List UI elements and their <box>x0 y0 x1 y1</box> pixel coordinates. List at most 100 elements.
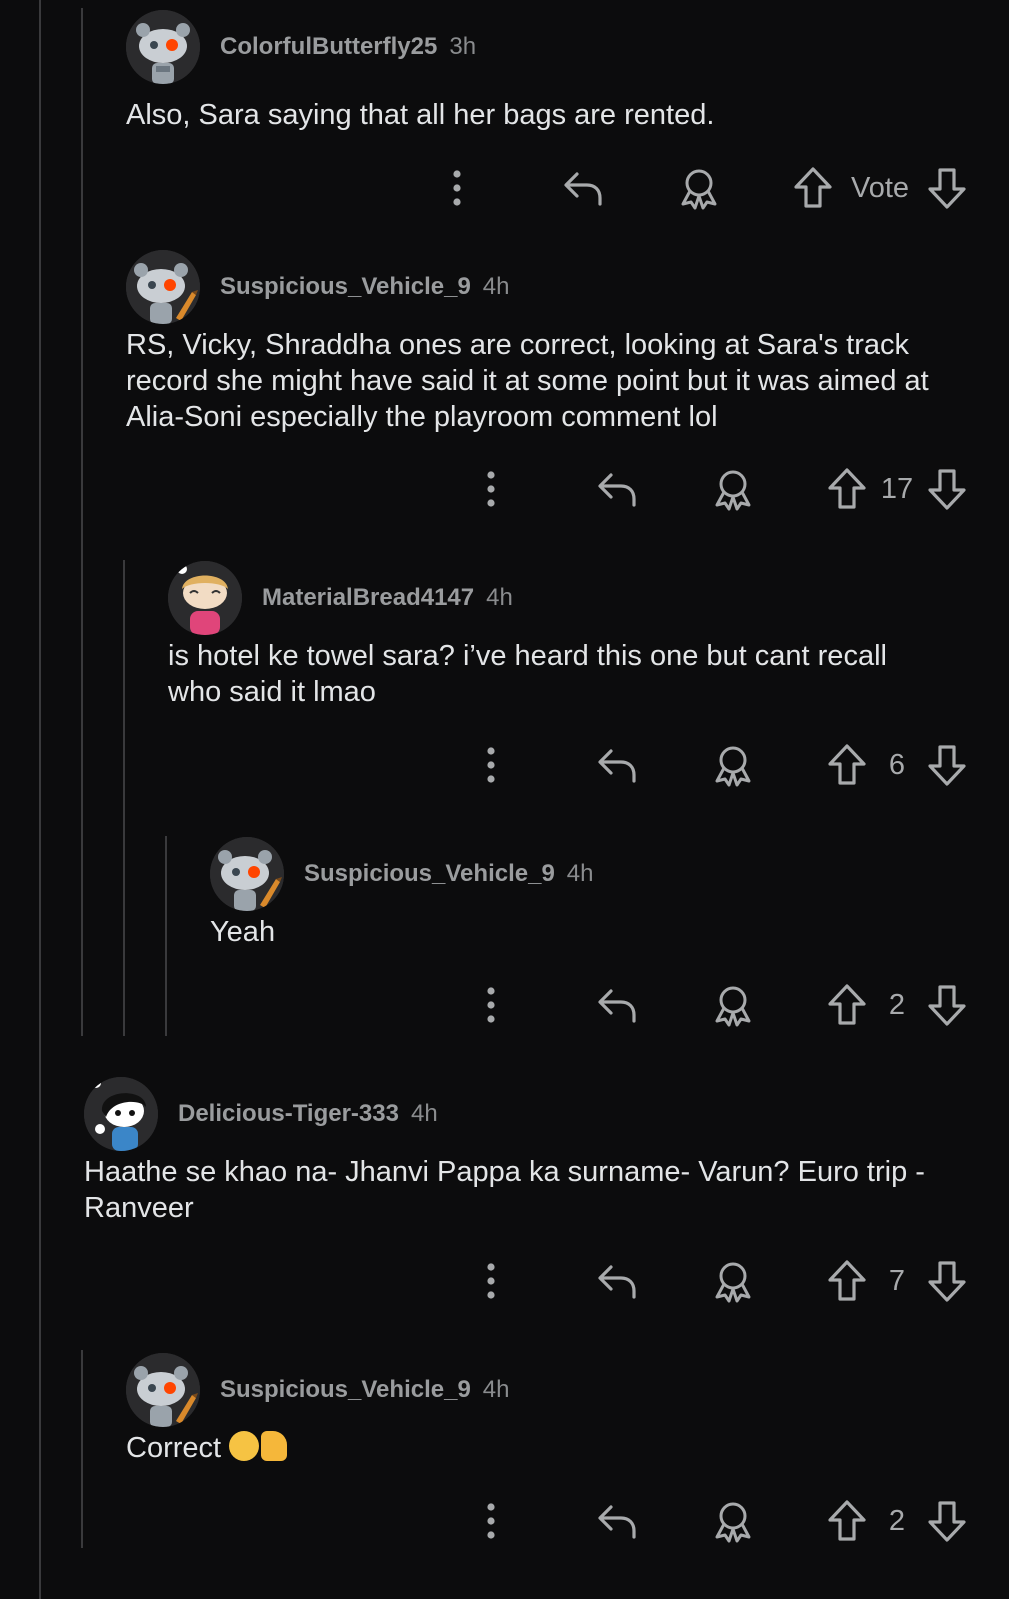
upvote-button[interactable] <box>827 743 867 787</box>
vote-count: 6 <box>888 748 906 781</box>
more-options-button[interactable] <box>481 1261 501 1301</box>
upvote-icon <box>793 166 833 210</box>
comment: MaterialBread4147 4h is hotel ke towel s… <box>168 561 1009 801</box>
reply-button[interactable] <box>595 1501 639 1541</box>
timestamp: 3h <box>449 33 477 60</box>
comment-header: Suspicious_Vehicle_9 4h <box>126 250 510 324</box>
comment-header: Delicious-Tiger-333 4h <box>84 1077 438 1151</box>
reply-icon <box>595 1501 639 1541</box>
reply-button[interactable] <box>595 985 639 1025</box>
avatar[interactable] <box>126 1353 200 1427</box>
vote-count: 7 <box>888 1264 906 1297</box>
reply-icon <box>595 469 639 509</box>
reply-icon <box>595 1261 639 1301</box>
comment-actions: 17 <box>481 464 967 514</box>
more-options-button[interactable] <box>447 168 467 208</box>
more-options-button[interactable] <box>481 1501 501 1541</box>
comment: Suspicious_Vehicle_9 4h Correct 2 <box>126 1353 1009 1553</box>
downvote-button[interactable] <box>927 743 967 787</box>
downvote-button[interactable] <box>927 467 967 511</box>
comment-text: Correct <box>126 1432 222 1464</box>
timestamp: 4h <box>486 584 513 611</box>
award-button[interactable] <box>711 1499 755 1543</box>
comment-body: is hotel ke towel sara? i’ve heard this … <box>168 640 887 708</box>
avatar[interactable] <box>168 561 242 635</box>
upvote-icon <box>827 1499 867 1543</box>
more-options-button[interactable] <box>481 985 501 1025</box>
award-icon <box>711 1259 755 1303</box>
avatar[interactable] <box>126 250 200 324</box>
award-button[interactable] <box>711 1259 755 1303</box>
vote-count: Vote <box>850 171 910 204</box>
comment-header: Suspicious_Vehicle_9 4h <box>210 837 594 911</box>
upvote-button[interactable] <box>827 983 867 1027</box>
thumbs-up-emoji <box>261 1431 288 1461</box>
reply-button[interactable] <box>561 168 605 208</box>
comment-header: Suspicious_Vehicle_9 4h <box>126 1353 510 1427</box>
comment-header: MaterialBread4147 4h <box>168 561 513 635</box>
vote-count: 17 <box>880 472 914 505</box>
upvote-icon <box>827 1259 867 1303</box>
comment-actions: 2 <box>481 980 967 1030</box>
downvote-button[interactable] <box>927 1259 967 1303</box>
timestamp: 4h <box>410 1100 438 1127</box>
award-button[interactable] <box>711 983 755 1027</box>
comment-body: Haathe se khao na- Jhanvi Pappa ka surna… <box>84 1156 925 1224</box>
reply-button[interactable] <box>595 469 639 509</box>
comment: Suspicious_Vehicle_9 4h Yeah 2 <box>210 837 1009 1037</box>
downvote-icon <box>927 1259 967 1303</box>
thread-line-level1[interactable] <box>81 8 83 1036</box>
comment-header: ColorfulButterfly25 3h <box>126 10 476 84</box>
upvote-icon <box>827 467 867 511</box>
username[interactable]: Suspicious_Vehicle_9 <box>220 1376 471 1404</box>
award-icon <box>711 1499 755 1543</box>
comment: Suspicious_Vehicle_9 4h RS, Vicky, Shrad… <box>126 250 1009 520</box>
username[interactable]: Delicious-Tiger-333 <box>178 1100 399 1128</box>
comment-thread: ColorfulButterfly25 3h Also, Sara saying… <box>0 0 1009 1599</box>
username[interactable]: Suspicious_Vehicle_9 <box>220 273 471 301</box>
comment-actions: 7 <box>481 1256 967 1306</box>
upvote-button[interactable] <box>827 467 867 511</box>
thread-line-level2[interactable] <box>123 560 125 1036</box>
username[interactable]: ColorfulButterfly25 <box>220 33 437 61</box>
thread-line-level1-second[interactable] <box>81 1350 83 1548</box>
reply-button[interactable] <box>595 745 639 785</box>
award-icon <box>677 166 721 210</box>
award-button[interactable] <box>711 743 755 787</box>
award-icon <box>711 983 755 1027</box>
thread-line-level3[interactable] <box>165 836 167 1036</box>
award-icon <box>711 467 755 511</box>
more-options-button[interactable] <box>481 469 501 509</box>
downvote-icon <box>927 166 967 210</box>
username[interactable]: MaterialBread4147 <box>262 584 474 612</box>
comment-body: Also, Sara saying that all her bags are … <box>126 99 715 131</box>
award-button[interactable] <box>711 467 755 511</box>
comment-actions: Vote <box>447 163 967 213</box>
more-vertical-icon <box>481 469 501 509</box>
avatar[interactable] <box>84 1077 158 1151</box>
award-button[interactable] <box>677 166 721 210</box>
comment-actions: 6 <box>481 740 967 790</box>
timestamp: 4h <box>482 1376 510 1403</box>
reply-icon <box>595 745 639 785</box>
upvote-icon <box>827 983 867 1027</box>
downvote-button[interactable] <box>927 983 967 1027</box>
reply-icon <box>595 985 639 1025</box>
comment-actions: 2 <box>481 1496 967 1546</box>
comment-body: Correct <box>126 1430 966 1466</box>
avatar[interactable] <box>126 10 200 84</box>
username[interactable]: Suspicious_Vehicle_9 <box>304 860 555 888</box>
comment-body: RS, Vicky, Shraddha ones are correct, lo… <box>126 329 929 433</box>
reply-icon <box>561 168 605 208</box>
upvote-button[interactable] <box>827 1259 867 1303</box>
reply-button[interactable] <box>595 1261 639 1301</box>
downvote-button[interactable] <box>927 1499 967 1543</box>
award-icon <box>711 743 755 787</box>
comment: Delicious-Tiger-333 4h Haathe se khao na… <box>84 1077 1009 1317</box>
upvote-button[interactable] <box>827 1499 867 1543</box>
downvote-button[interactable] <box>927 166 967 210</box>
downvote-icon <box>927 467 967 511</box>
upvote-button[interactable] <box>793 166 833 210</box>
avatar[interactable] <box>210 837 284 911</box>
more-options-button[interactable] <box>481 745 501 785</box>
